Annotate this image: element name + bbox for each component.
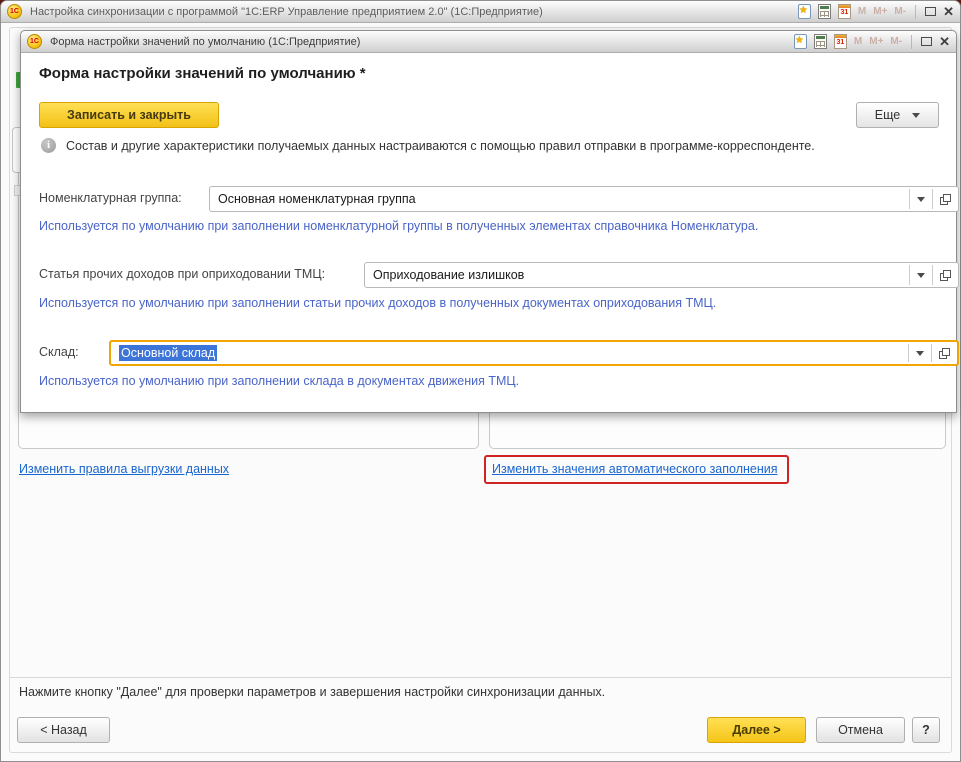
more-button[interactable]: Еще: [856, 102, 939, 128]
dialog-body: Форма настройки значений по умолчанию * …: [21, 53, 956, 412]
other-income-value: Оприходование излишков: [365, 263, 909, 287]
chevron-down-icon: [916, 351, 924, 356]
open-item-button[interactable]: [933, 187, 958, 211]
dropdown-button[interactable]: [910, 187, 932, 211]
favorites-icon[interactable]: ★: [798, 4, 811, 19]
calendar-icon[interactable]: 31: [838, 4, 851, 19]
other-income-label: Статья прочих доходов при оприходовании …: [39, 267, 325, 281]
open-window-icon: [938, 347, 951, 360]
other-income-input[interactable]: Оприходование излишков: [364, 262, 959, 288]
nomenclature-group-value: Основная номенклатурная группа: [210, 187, 909, 211]
memory-mplus-button: M+: [873, 6, 887, 17]
memory-m-button: M: [858, 6, 866, 17]
chevron-down-icon: [917, 273, 925, 278]
open-item-button[interactable]: [933, 263, 958, 287]
info-note: i Состав и другие характеристики получае…: [41, 138, 936, 154]
favorites-icon[interactable]: ★: [794, 34, 807, 49]
maximize-button[interactable]: [925, 7, 936, 16]
main-titlebar: 1С Настройка синхронизации с программой …: [1, 1, 960, 23]
memory-mplus-button: M+: [869, 36, 883, 47]
other-income-hint: Используется по умолчанию при заполнении…: [39, 296, 936, 310]
field-row-warehouse: Склад: Основной склад: [39, 340, 939, 366]
main-window-title: Настройка синхронизации с программой "1С…: [30, 6, 543, 18]
memory-mminus-button: M-: [890, 36, 902, 47]
calendar-icon[interactable]: 31: [834, 34, 847, 49]
warehouse-hint: Используется по умолчанию при заполнении…: [39, 374, 936, 388]
field-row-other-income: Статья прочих доходов при оприходовании …: [39, 262, 939, 288]
next-button[interactable]: Далее >: [707, 717, 806, 743]
warehouse-value-selected: Основной склад: [119, 345, 217, 361]
app-logo-icon: 1С: [7, 4, 22, 19]
chevron-down-icon: [917, 197, 925, 202]
titlebar-separator: [911, 35, 912, 49]
footer-separator: [10, 677, 951, 678]
more-button-label: Еще: [875, 108, 900, 122]
chevron-down-icon: [912, 113, 920, 118]
nomenclature-group-input[interactable]: Основная номенклатурная группа: [209, 186, 959, 212]
info-icon: i: [41, 138, 56, 153]
memory-m-button: M: [854, 36, 862, 47]
help-button[interactable]: ?: [912, 717, 940, 743]
titlebar-separator: [915, 5, 916, 19]
nomenclature-group-label: Номенклатурная группа:: [39, 191, 182, 205]
open-window-icon: [939, 269, 952, 282]
maximize-button[interactable]: [921, 37, 932, 46]
dialog-window-title: Форма настройки значений по умолчанию (1…: [50, 36, 360, 48]
info-text: Состав и другие характеристики получаемы…: [66, 138, 815, 154]
warehouse-input[interactable]: Основной склад: [109, 340, 959, 366]
warehouse-label: Склад:: [39, 345, 79, 359]
cancel-button[interactable]: Отмена: [816, 717, 905, 743]
close-button[interactable]: ✕: [939, 35, 950, 48]
memory-mminus-button: M-: [894, 6, 906, 17]
dialog-titlebar: 1С Форма настройки значений по умолчанию…: [21, 31, 956, 53]
app-logo-icon: 1С: [27, 34, 42, 49]
save-and-close-button[interactable]: Записать и закрыть: [39, 102, 219, 128]
default-values-dialog: 1С Форма настройки значений по умолчанию…: [20, 30, 957, 413]
dialog-heading: Форма настройки значений по умолчанию *: [39, 65, 366, 82]
red-highlight-box: [484, 455, 789, 484]
open-item-button[interactable]: [932, 342, 957, 364]
open-window-icon: [939, 193, 952, 206]
field-row-nomenclature-group: Номенклатурная группа: Основная номенкла…: [39, 186, 939, 212]
calculator-icon[interactable]: [814, 34, 827, 49]
close-button[interactable]: ✕: [943, 5, 954, 18]
calculator-icon[interactable]: [818, 4, 831, 19]
nomenclature-group-hint: Используется по умолчанию при заполнении…: [39, 219, 936, 233]
dropdown-button[interactable]: [910, 263, 932, 287]
back-button[interactable]: < Назад: [17, 717, 110, 743]
dropdown-button[interactable]: [909, 342, 931, 364]
change-export-rules-link[interactable]: Изменить правила выгрузки данных: [19, 462, 229, 476]
wizard-footer-text: Нажмите кнопку "Далее" для проверки пара…: [19, 685, 605, 699]
